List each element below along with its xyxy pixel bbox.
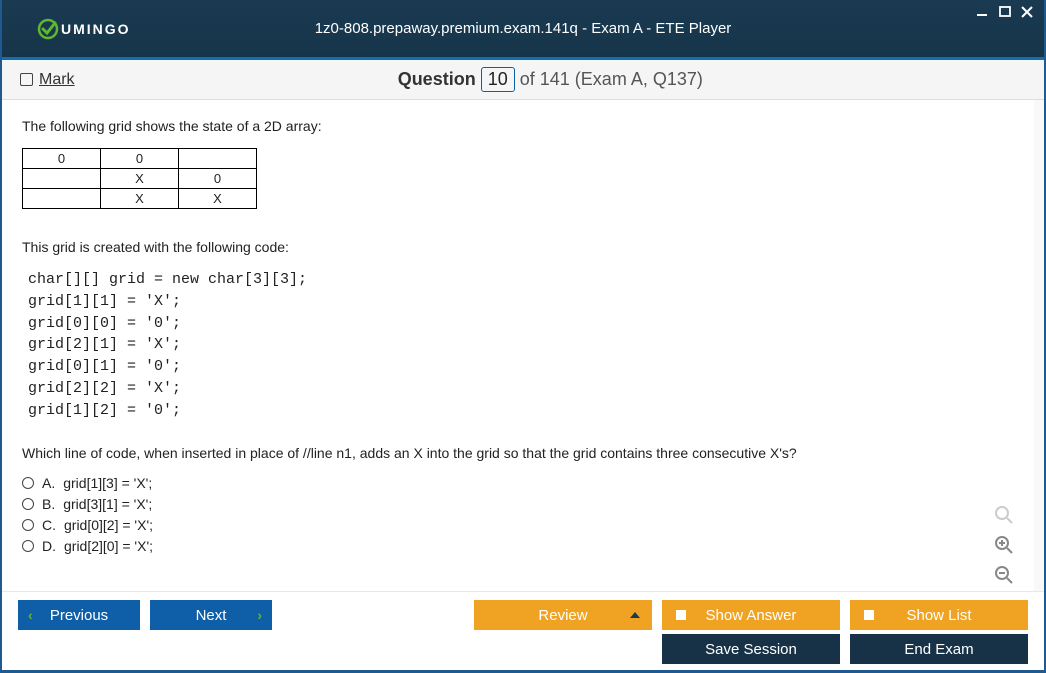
grid-cell — [179, 149, 257, 169]
chevron-left-icon: ‹ — [28, 607, 33, 623]
window-controls — [974, 4, 1036, 20]
table-row: X 0 — [23, 169, 257, 189]
grid-cell: 0 — [179, 169, 257, 189]
question-content: The following grid shows the state of a … — [2, 100, 1044, 591]
option-b[interactable]: B. grid[3][1] = 'X'; — [22, 496, 1014, 512]
question-total: of 141 (Exam A, Q137) — [520, 69, 703, 89]
grid-cell: X — [179, 189, 257, 209]
grid-cell: 0 — [23, 149, 101, 169]
table-row: 0 0 — [23, 149, 257, 169]
zoom-in-icon[interactable] — [992, 533, 1016, 557]
question-text: Which line of code, when inserted in pla… — [22, 445, 1014, 461]
option-text: grid[0][2] = 'X'; — [64, 517, 153, 533]
end-exam-button[interactable]: End Exam — [850, 634, 1028, 664]
next-label: Next — [196, 607, 227, 624]
option-text: grid[3][1] = 'X'; — [63, 496, 152, 512]
end-exam-label: End Exam — [904, 641, 973, 658]
window-title: 1z0-808.prepaway.premium.exam.141q - Exa… — [2, 20, 1044, 37]
grid-cell — [23, 189, 101, 209]
question-word: Question — [398, 69, 476, 89]
grid-cell — [23, 169, 101, 189]
mark-checkbox[interactable]: Mark — [20, 71, 75, 89]
minimize-icon[interactable] — [974, 4, 992, 20]
save-session-button[interactable]: Save Session — [662, 634, 840, 664]
close-icon[interactable] — [1018, 4, 1036, 20]
show-list-label: Show List — [906, 607, 971, 624]
brand-text: UMINGO — [61, 21, 131, 37]
option-letter: A. — [42, 475, 55, 491]
search-icon[interactable] — [992, 503, 1016, 527]
triangle-up-icon — [630, 612, 640, 618]
table-row: X X — [23, 189, 257, 209]
button-bar-2: Save Session End Exam — [2, 634, 1044, 670]
option-a[interactable]: A. grid[1][3] = 'X'; — [22, 475, 1014, 491]
title-bar: UMINGO 1z0-808.prepaway.premium.exam.141… — [2, 0, 1044, 60]
stop-icon — [676, 610, 686, 620]
grid-cell: X — [101, 189, 179, 209]
show-answer-button[interactable]: Show Answer — [662, 600, 840, 630]
option-letter: B. — [42, 496, 55, 512]
question-header: Mark Question 10 of 141 (Exam A, Q137) — [2, 60, 1044, 100]
checkbox-icon[interactable] — [20, 73, 33, 86]
code-block: char[][] grid = new char[3][3]; grid[1][… — [28, 269, 1014, 421]
maximize-icon[interactable] — [996, 4, 1014, 20]
intro-text-1: The following grid shows the state of a … — [22, 118, 1014, 134]
next-button[interactable]: Next › — [150, 600, 272, 630]
radio-icon[interactable] — [22, 519, 34, 531]
question-number-input[interactable]: 10 — [481, 67, 515, 92]
option-c[interactable]: C. grid[0][2] = 'X'; — [22, 517, 1014, 533]
zoom-out-icon[interactable] — [992, 563, 1016, 587]
intro-text-2: This grid is created with the following … — [22, 239, 1014, 255]
option-letter: D. — [42, 538, 56, 554]
zoom-tools — [992, 503, 1016, 587]
option-d[interactable]: D. grid[2][0] = 'X'; — [22, 538, 1014, 554]
option-text: grid[1][3] = 'X'; — [63, 475, 152, 491]
grid-cell: 0 — [101, 149, 179, 169]
question-counter: Question 10 of 141 (Exam A, Q137) — [75, 67, 1026, 92]
review-label: Review — [538, 607, 587, 624]
show-list-button[interactable]: Show List — [850, 600, 1028, 630]
previous-button[interactable]: ‹ Previous — [18, 600, 140, 630]
radio-icon[interactable] — [22, 498, 34, 510]
show-answer-label: Show Answer — [706, 607, 797, 624]
review-button[interactable]: Review — [474, 600, 652, 630]
chevron-right-icon: › — [257, 607, 262, 623]
grid-table: 0 0 X 0 X X — [22, 148, 257, 209]
options-list: A. grid[1][3] = 'X'; B. grid[3][1] = 'X'… — [22, 475, 1014, 554]
save-session-label: Save Session — [705, 641, 797, 658]
button-bar-1: ‹ Previous Next › Review Show Answer Sho… — [2, 591, 1044, 634]
checkmark-icon — [37, 18, 59, 40]
previous-label: Previous — [50, 607, 108, 624]
radio-icon[interactable] — [22, 477, 34, 489]
radio-icon[interactable] — [22, 540, 34, 552]
stop-icon — [864, 610, 874, 620]
mark-label: Mark — [39, 71, 75, 89]
brand-logo: UMINGO — [37, 18, 131, 40]
option-letter: C. — [42, 517, 56, 533]
option-text: grid[2][0] = 'X'; — [64, 538, 153, 554]
grid-cell: X — [101, 169, 179, 189]
